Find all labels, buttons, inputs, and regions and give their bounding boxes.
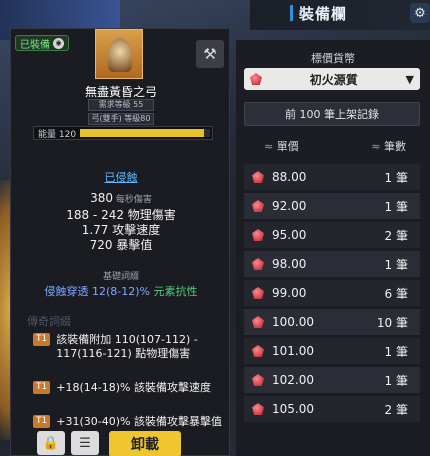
item-stats: 380 每秒傷害 188 - 242 物理傷害 1.77 攻擊速度 720 暴擊…	[11, 191, 231, 253]
row-qty: 2 筆	[384, 228, 408, 243]
stat-dps-suffix: 每秒傷害	[113, 195, 152, 205]
table-row[interactable]: 102.00 1 筆	[244, 367, 420, 393]
item-actions: 🔒 ☰ 卸載	[37, 431, 181, 456]
row-price: 105.00	[272, 402, 314, 416]
table-row[interactable]: 98.00 1 筆	[244, 251, 420, 277]
table-header: 單價 筆數	[244, 138, 420, 158]
header-title: 裝備欄	[299, 4, 348, 23]
affix-text: +18(14-18)% 該裝備攻擊速度	[56, 381, 211, 394]
item-tooltip: 已裝備 ◉ 無盡黃昏之弓 需求等級 55 弓(雙手) 等級80 能量 120 已…	[10, 28, 230, 456]
bow-icon	[108, 38, 132, 72]
menu-button[interactable]: ☰	[71, 431, 99, 455]
affix-row: T1 該裝備附加 110(107-112) - 117(116-121) 點物理…	[33, 333, 223, 361]
weapon-type: 弓(雙手) 等級80	[88, 113, 154, 125]
base-affix: 侵蝕穿透 12(8-12)% 元素抗性	[11, 283, 231, 299]
gem-icon	[252, 374, 264, 386]
price-list: 88.00 1 筆 92.00 1 筆 95.00 2 筆 98.00 1 筆 99.0…	[244, 164, 420, 425]
table-row[interactable]: 95.00 2 筆	[244, 222, 420, 248]
row-price: 95.00	[272, 228, 307, 242]
base-affix-heading: 基礎詞綴	[102, 272, 139, 282]
row-qty: 1 筆	[384, 257, 408, 272]
base-affix-element: 元素抗性	[153, 285, 198, 298]
row-price: 88.00	[272, 170, 307, 184]
corrode-link[interactable]: 已侵蝕	[11, 169, 231, 185]
affix-text: +31(30-40)% 該裝備攻擊暴擊值	[56, 415, 222, 428]
legendary-affix-heading: 傳奇詞綴	[27, 315, 71, 328]
market-panel: 標價貨幣 初火源質 ▼ 前 100 筆上架記錄 單價 筆數 88.00 1 筆 9…	[236, 40, 430, 456]
weapon-type-label: 弓(雙手)	[91, 114, 122, 123]
col-qty: 筆數	[371, 138, 406, 158]
item-icon	[95, 29, 143, 79]
weapon-level-label: 等級80	[124, 114, 151, 123]
gem-icon	[252, 403, 264, 415]
equipment-header: 裝備欄 ⚙	[290, 2, 430, 24]
row-qty: 1 筆	[384, 199, 408, 214]
row-qty: 1 筆	[384, 170, 408, 185]
row-qty: 1 筆	[384, 344, 408, 359]
table-row[interactable]: 99.00 6 筆	[244, 280, 420, 306]
stat-attack-speed: 1.77 攻擊速度	[81, 223, 161, 237]
currency-label: 標價貨幣	[311, 52, 355, 65]
gem-icon	[252, 171, 264, 183]
stat-dps: 380 每秒傷害	[11, 191, 231, 208]
unload-button[interactable]: 卸載	[109, 431, 181, 456]
chevron-down-icon: ▼	[405, 72, 414, 86]
row-qty: 2 筆	[384, 402, 408, 417]
currency-select[interactable]: 初火源質 ▼	[244, 68, 420, 90]
affix-row: T1 +18(14-18)% 該裝備攻擊速度	[33, 381, 223, 395]
gem-icon	[250, 73, 262, 85]
stat-dps-value: 380	[90, 191, 114, 205]
row-qty: 10 筆	[376, 315, 408, 330]
stat-physical-damage: 188 - 242 物理傷害	[66, 208, 176, 222]
header-accent-bar	[290, 5, 293, 21]
currency-value: 初火源質	[309, 72, 358, 87]
gem-icon	[252, 258, 264, 270]
table-row[interactable]: 92.00 1 筆	[244, 193, 420, 219]
col-price: 單價	[264, 138, 299, 158]
table-row[interactable]: 105.00 2 筆	[244, 396, 420, 422]
energy-track	[80, 129, 210, 137]
affix-row: T1 +31(30-40)% 該裝備攻擊暴擊值	[33, 415, 223, 429]
row-qty: 1 筆	[384, 373, 408, 388]
table-row[interactable]: 100.00 10 筆	[244, 309, 420, 335]
item-name: 無盡黃昏之弓	[84, 85, 157, 99]
stat-crit-value: 720 暴擊值	[89, 238, 153, 252]
affix-tier: T1	[33, 333, 51, 346]
row-price: 100.00	[272, 315, 314, 329]
row-price: 92.00	[272, 199, 307, 213]
required-level: 需求等級 55	[88, 99, 154, 111]
affix-text: 該裝備附加 110(107-112) - 117(116-121) 點物理傷害	[56, 333, 198, 360]
table-row[interactable]: 101.00 1 筆	[244, 338, 420, 364]
equipped-badge: 已裝備 ◉	[15, 35, 69, 51]
row-qty: 6 筆	[384, 286, 408, 301]
gear-icon[interactable]: ⚙	[410, 3, 430, 23]
row-price: 102.00	[272, 373, 314, 387]
equipped-badge-label: 已裝備	[20, 39, 50, 51]
row-price: 99.00	[272, 286, 307, 300]
gem-icon	[252, 316, 264, 328]
energy-bar: 能量 120	[33, 126, 213, 140]
gem-icon	[252, 287, 264, 299]
affix-tier: T1	[33, 415, 51, 428]
gem-icon	[252, 345, 264, 357]
affix-tier: T1	[33, 381, 51, 394]
hammer-icon[interactable]: ⚒	[196, 40, 224, 68]
table-row[interactable]: 88.00 1 筆	[244, 164, 420, 190]
energy-fill	[80, 129, 204, 137]
row-price: 98.00	[272, 257, 307, 271]
gem-icon	[252, 229, 264, 241]
records-button[interactable]: 前 100 筆上架記錄	[244, 102, 420, 126]
lock-icon: ◉	[53, 37, 64, 49]
base-affix-main: 侵蝕穿透 12(8-12)%	[44, 285, 154, 298]
lock-button[interactable]: 🔒	[37, 431, 65, 455]
energy-label: 能量 120	[38, 129, 77, 140]
row-price: 101.00	[272, 344, 314, 358]
gem-icon	[252, 200, 264, 212]
